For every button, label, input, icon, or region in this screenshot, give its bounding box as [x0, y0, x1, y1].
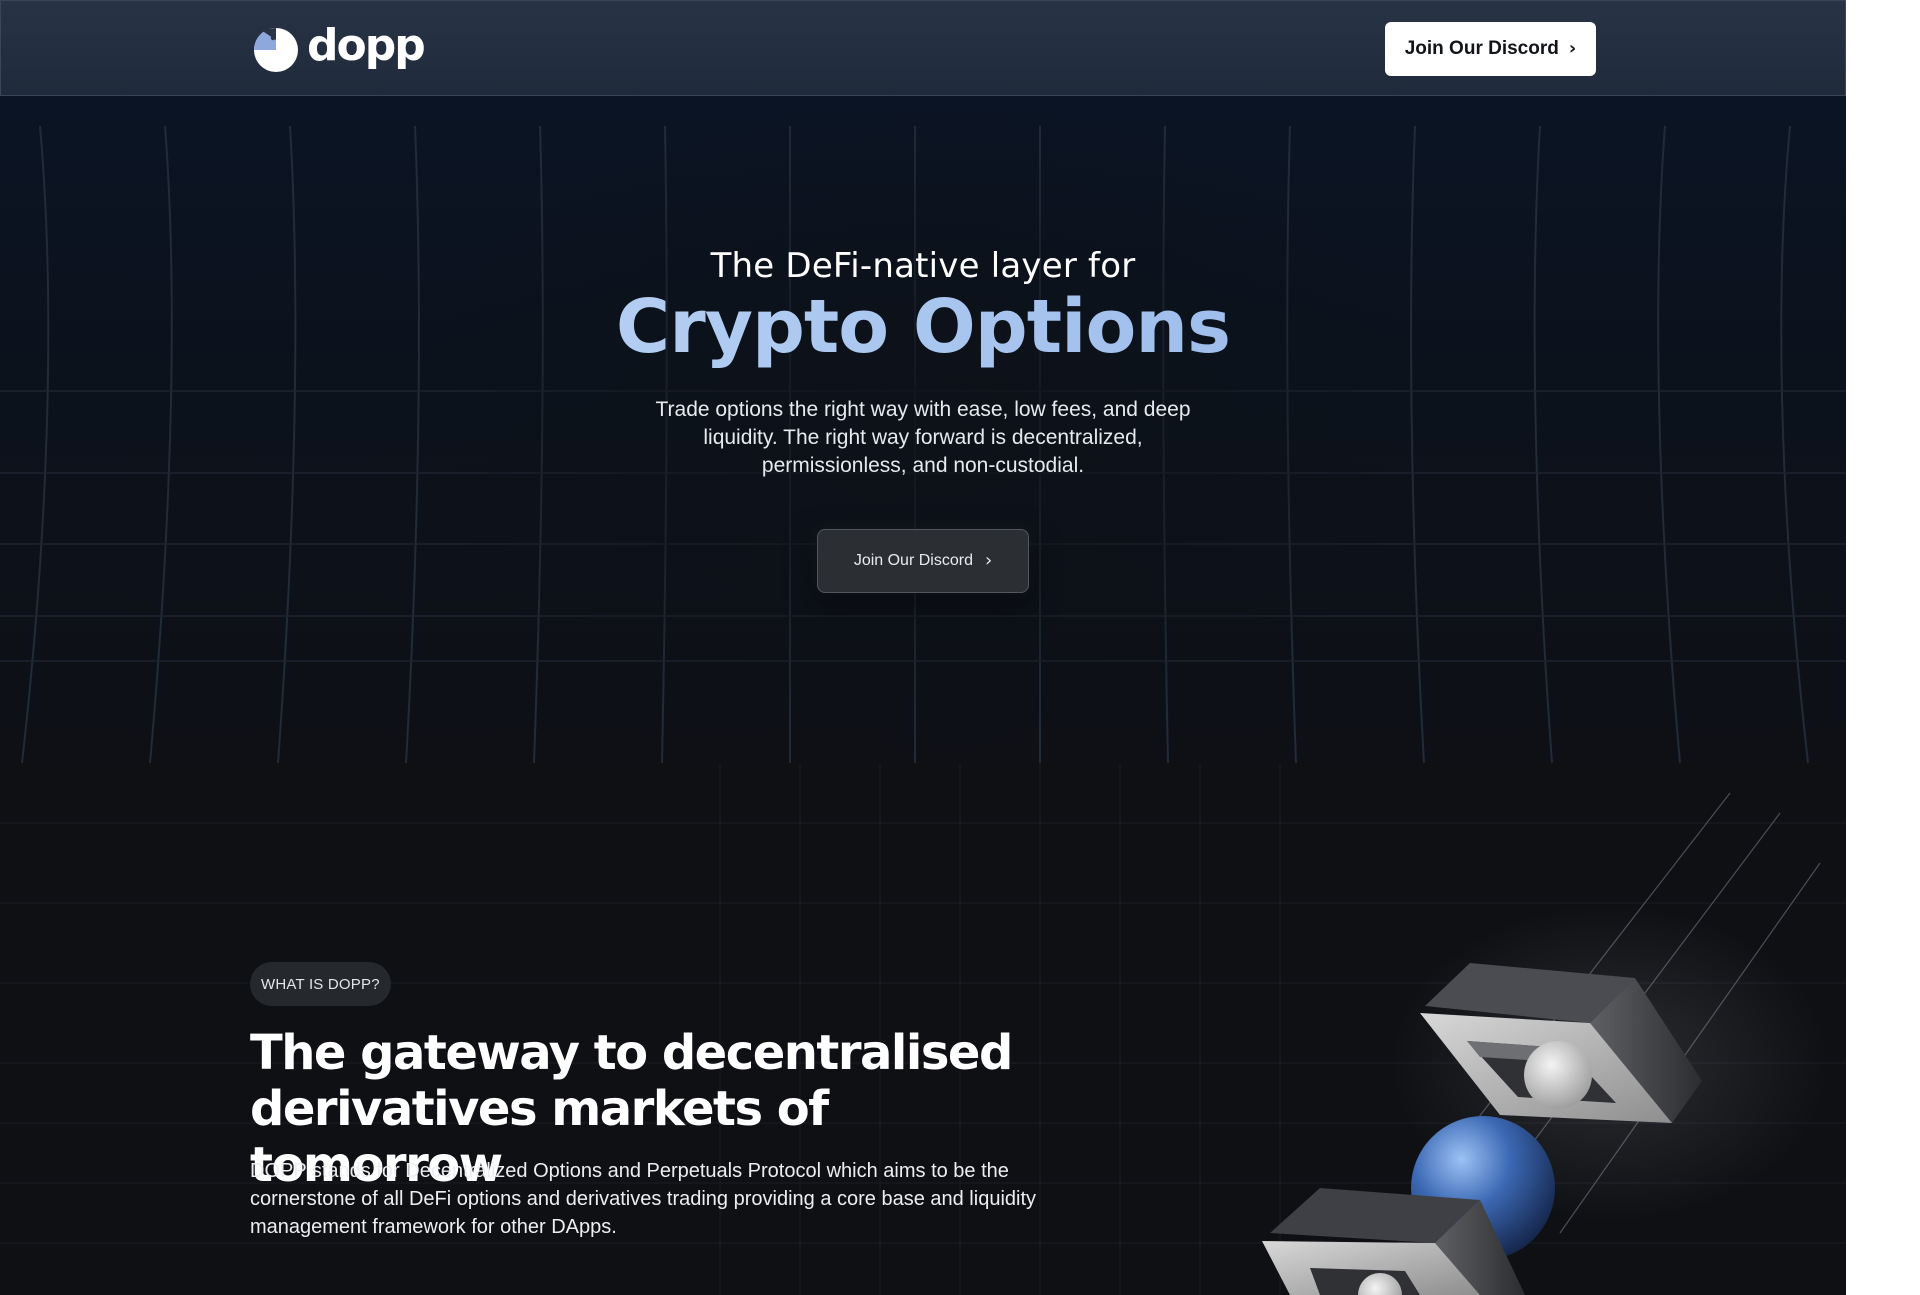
page-gutter — [1846, 0, 1920, 1295]
dopp-logo-icon — [254, 28, 298, 72]
chevron-right-icon: › — [984, 550, 993, 571]
logo-link[interactable]: dopp — [251, 20, 426, 75]
section-badge: WHAT IS DOPP? — [250, 962, 391, 1006]
page-viewport: dopp Join Our Discord › The DeFi-native … — [0, 0, 1846, 1295]
hero-title: Crypto Options — [0, 284, 1846, 370]
header-join-discord-button[interactable]: Join Our Discord › — [1385, 22, 1596, 76]
about-section: WHAT IS DOPP? The gateway to decentralis… — [0, 763, 1846, 1295]
logo-text: dopp — [307, 20, 426, 71]
site-header: dopp Join Our Discord › — [0, 0, 1846, 96]
chevron-right-icon: › — [1568, 38, 1577, 59]
about-description: DOPP stands for Decentralized Options an… — [250, 1160, 1037, 1238]
hero-section: The DeFi-native layer for Crypto Options… — [0, 96, 1846, 763]
hero-description: Trade options the right way with ease, l… — [655, 398, 1191, 477]
hero-join-discord-label: Join Our Discord — [853, 552, 973, 569]
3d-blocks-illustration — [1262, 792, 1830, 1295]
hero-kicker: The DeFi-native layer for — [710, 246, 1136, 286]
header-join-discord-label: Join Our Discord — [1404, 38, 1559, 59]
hero-join-discord-button[interactable]: Join Our Discord › — [817, 529, 1029, 593]
